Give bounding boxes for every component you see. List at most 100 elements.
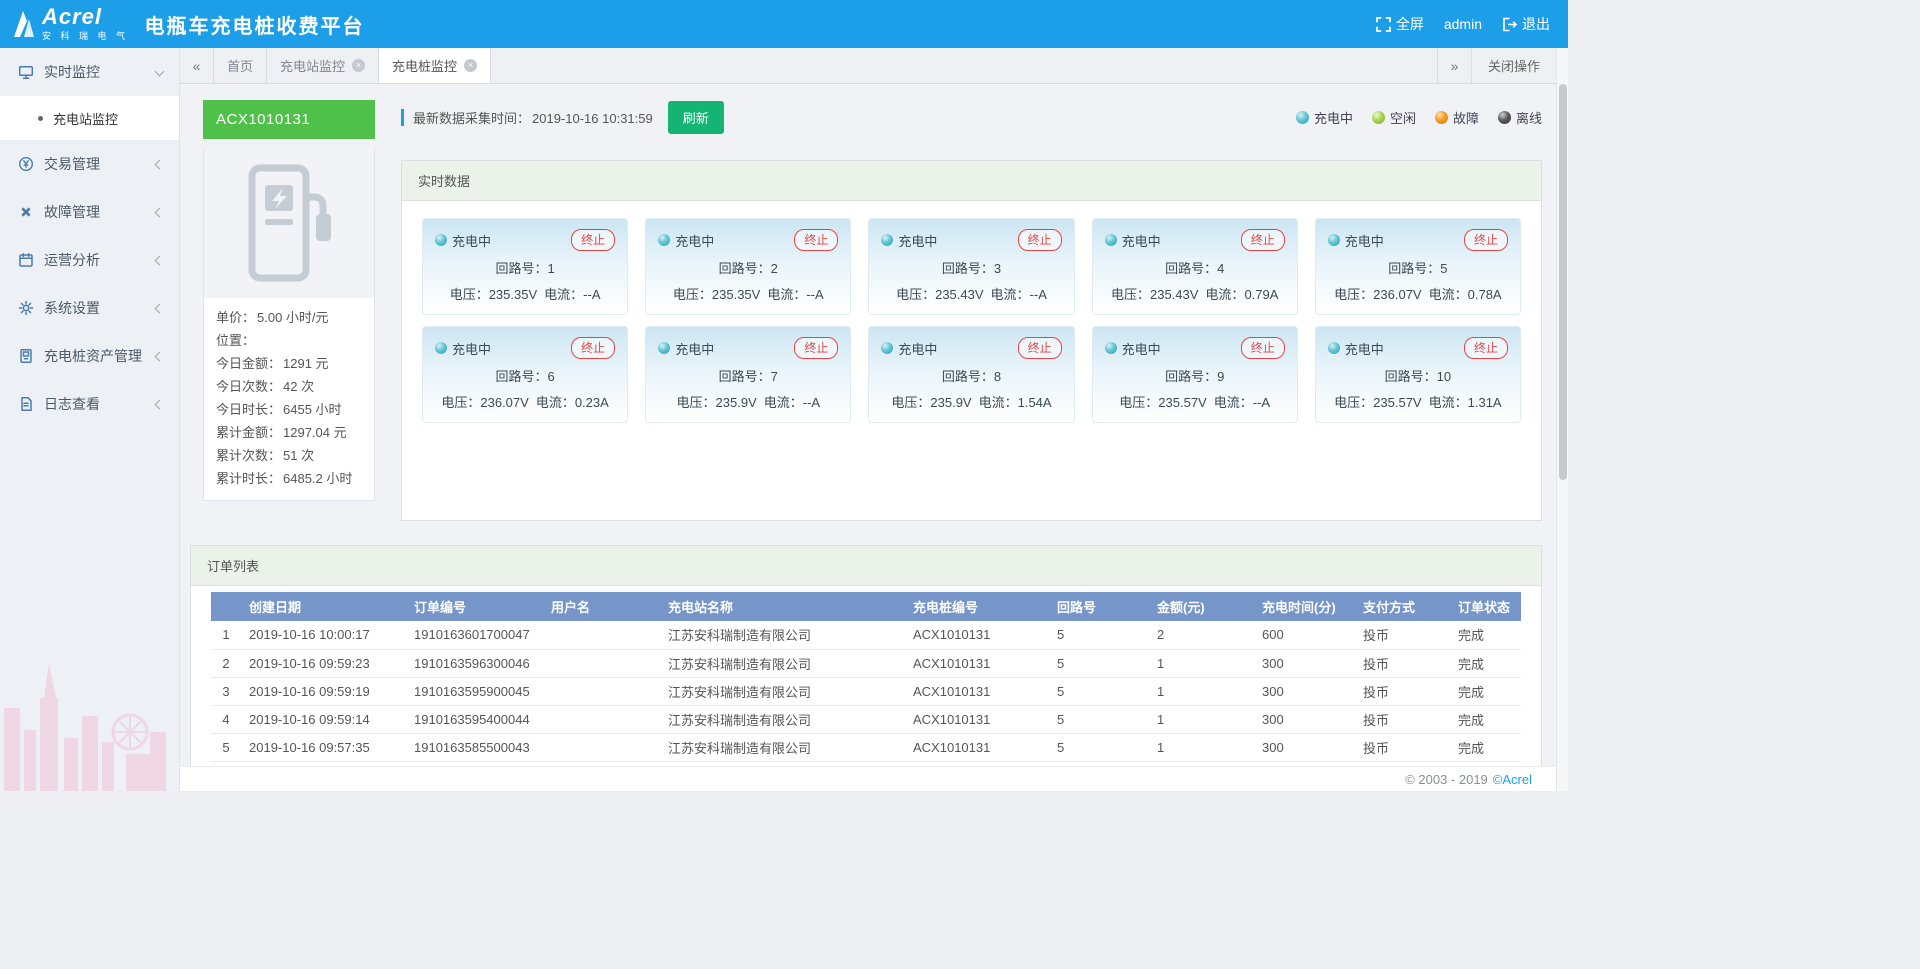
stat-label: 累计时长： (216, 471, 281, 486)
stat-value: 42 次 (283, 379, 314, 394)
sidebar-item-logs[interactable]: 日志查看 (0, 380, 179, 428)
tab-home[interactable]: 首页 (214, 48, 267, 83)
cell-user (543, 621, 660, 649)
loop-status-label: 充电中 (1122, 339, 1161, 358)
gear-icon (18, 300, 34, 316)
close-operations-button[interactable]: 关闭操作 (1471, 48, 1556, 83)
fullscreen-icon (1376, 17, 1391, 32)
loop-status-label: 充电中 (898, 339, 937, 358)
sidebar-item-assets[interactable]: 充电桩资产管理 (0, 332, 179, 380)
table-row[interactable]: 1 2019-10-16 10:00:17 1910163601700047 江… (211, 621, 1521, 649)
sidebar-item-label: 故障管理 (44, 202, 100, 222)
tabs-scroll-right-button[interactable]: » (1437, 48, 1471, 83)
cell-station: 江苏安科瑞制造有限公司 (660, 705, 905, 733)
terminate-button[interactable]: 终止 (794, 337, 838, 359)
terminate-button[interactable]: 终止 (1241, 337, 1285, 359)
column-pile: 充电桩编号 (905, 592, 1049, 621)
stat-label: 位置： (216, 333, 255, 348)
voltage-label: 电压： (896, 287, 935, 302)
vertical-scrollbar[interactable] (1556, 48, 1568, 791)
column-index (211, 592, 241, 621)
sidebar-subitem-label: 充电站监控 (53, 109, 118, 128)
fullscreen-button[interactable]: 全屏 (1376, 14, 1424, 34)
loop-number: 回路号：6 (435, 366, 615, 385)
fault-tools-icon (18, 204, 34, 220)
sidebar-item-label: 日志查看 (44, 394, 100, 414)
sidebar-item-realtime-monitor[interactable]: 实时监控 (0, 48, 179, 96)
chevron-left-icon (155, 399, 165, 409)
main-area: « 首页 充电站监控 × 充电桩监控 × » (180, 48, 1556, 791)
current-label: 电流： (544, 287, 583, 302)
cell-minutes: 300 (1254, 649, 1355, 677)
loop-measurements: 电压：235.57V电流：--A (1105, 392, 1285, 411)
user-menu[interactable]: admin (1444, 16, 1482, 32)
voltage-value: 235.57V (1158, 395, 1206, 410)
voltage-label: 电压： (1119, 395, 1158, 410)
chevron-left-icon (155, 303, 165, 313)
realtime-data-panel: 实时数据 充电中终止 回路号：1 电压：235.35V电流：--A (401, 160, 1542, 521)
cell-created: 2019-10-16 09:59:14 (241, 705, 406, 733)
stat-today-amount: 今日金额：1291 元 (204, 352, 374, 375)
charging-status-icon (881, 342, 893, 354)
sidebar-item-faults[interactable]: 故障管理 (0, 188, 179, 236)
terminate-button[interactable]: 终止 (1464, 337, 1508, 359)
tabs-scroll-left-button[interactable]: « (180, 48, 214, 83)
table-row[interactable]: 4 2019-10-16 09:59:14 1910163595400044 江… (211, 705, 1521, 733)
sidebar-item-station-monitor[interactable]: 充电站监控 (0, 96, 179, 140)
tab-station-monitor[interactable]: 充电站监控 × (267, 48, 379, 83)
table-row[interactable]: 5 2019-10-16 09:57:35 1910163585500043 江… (211, 733, 1521, 761)
column-station: 充电站名称 (660, 592, 905, 621)
loop-label: 回路号： (495, 261, 547, 276)
terminate-button[interactable]: 终止 (1018, 229, 1062, 251)
loop-status: 充电中 (881, 231, 937, 250)
terminate-button[interactable]: 终止 (1464, 229, 1508, 251)
table-row[interactable]: 3 2019-10-16 09:59:19 1910163595900045 江… (211, 677, 1521, 705)
table-row[interactable]: 2 2019-10-16 09:59:23 1910163596300046 江… (211, 649, 1521, 677)
column-amount: 金额(元) (1149, 592, 1254, 621)
stat-unit-price: 单价：5.00 小时/元 (204, 306, 374, 329)
cell-order-no: 1910163601700047 (406, 621, 543, 649)
logout-button[interactable]: 退出 (1502, 14, 1550, 34)
horizontal-scrollbar[interactable] (211, 766, 1521, 767)
current-value: 1.54A (1018, 395, 1052, 410)
loop-status-label: 充电中 (675, 339, 714, 358)
tab-close-icon[interactable]: × (464, 59, 477, 72)
terminate-button[interactable]: 终止 (794, 229, 838, 251)
stat-total-duration: 累计时长：6485.2 小时 (204, 467, 374, 490)
charging-dot-icon (1296, 111, 1309, 124)
current-label: 电流： (1205, 287, 1244, 302)
terminate-button[interactable]: 终止 (571, 229, 615, 251)
voltage-label: 电压： (677, 395, 716, 410)
cell-status: 完成 (1450, 649, 1521, 677)
stat-value: 6485.2 小时 (283, 471, 352, 486)
loop-measurements: 电压：236.07V电流：0.23A (435, 392, 615, 411)
cell-created: 2019-10-16 09:59:23 (241, 649, 406, 677)
chevron-left-icon (155, 255, 165, 265)
sidebar-item-label: 交易管理 (44, 154, 100, 174)
tab-pile-monitor[interactable]: 充电桩监控 × (379, 48, 491, 83)
loop-card: 充电中终止 回路号：9 电压：235.57V电流：--A (1092, 326, 1298, 423)
legend-charging: 充电中 (1296, 108, 1353, 127)
cell-minutes: 300 (1254, 733, 1355, 761)
charging-status-icon (435, 342, 447, 354)
loop-value: 8 (994, 369, 1001, 384)
cell-order-no: 1910163595400044 (406, 705, 543, 733)
sidebar-item-settings[interactable]: 系统设置 (0, 284, 179, 332)
loop-status-label: 充电中 (452, 231, 491, 250)
voltage-label: 电压： (1334, 395, 1373, 410)
sidebar-item-label: 系统设置 (44, 298, 100, 318)
sidebar-item-analysis[interactable]: 运营分析 (0, 236, 179, 284)
chevron-down-icon (155, 66, 165, 76)
cell-status: 完成 (1450, 705, 1521, 733)
terminate-button[interactable]: 终止 (1018, 337, 1062, 359)
terminate-button[interactable]: 终止 (1241, 229, 1285, 251)
tab-close-icon[interactable]: × (352, 59, 365, 72)
vertical-scrollbar-thumb[interactable] (1559, 84, 1567, 480)
footer-brand-link[interactable]: ©Acrel (1493, 772, 1532, 787)
offline-dot-icon (1498, 111, 1511, 124)
terminate-button[interactable]: 终止 (571, 337, 615, 359)
legend-offline: 离线 (1498, 108, 1542, 127)
sidebar-item-transactions[interactable]: 交易管理 (0, 140, 179, 188)
refresh-button[interactable]: 刷新 (668, 101, 724, 134)
charging-status-icon (435, 234, 447, 246)
